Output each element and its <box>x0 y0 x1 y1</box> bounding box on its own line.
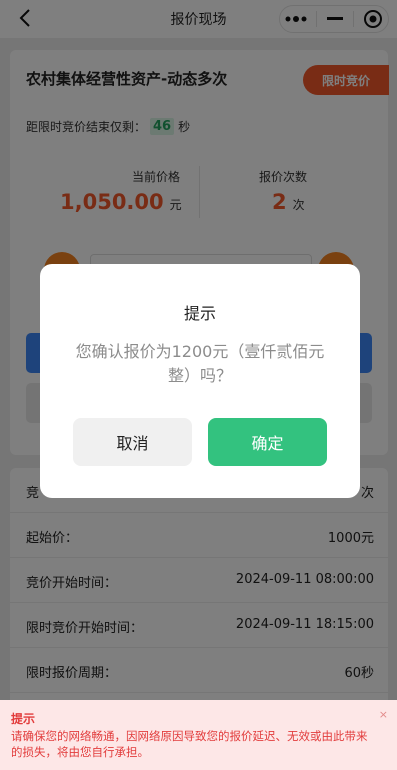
close-icon[interactable]: × <box>379 708 388 721</box>
dialog-message: 您确认报价为1200元（壹仟贰佰元整）吗？ <box>75 342 325 385</box>
network-notice: 提示 × 请确保您的网络畅通，因网络原因导致您的报价延迟、无效或由此带来的损失，… <box>0 700 397 770</box>
cancel-button[interactable]: 取消 <box>73 418 192 466</box>
notice-text: 请确保您的网络畅通，因网络原因导致您的报价延迟、无效或由此带来的损失，将由您自行… <box>11 729 368 759</box>
confirm-dialog: 提示 您确认报价为1200元（壹仟贰佰元整）吗？ 取消 确定 <box>40 264 360 498</box>
dialog-title: 提示 <box>183 304 216 323</box>
confirm-button[interactable]: 确定 <box>208 418 327 466</box>
notice-title: 提示 <box>11 712 36 726</box>
